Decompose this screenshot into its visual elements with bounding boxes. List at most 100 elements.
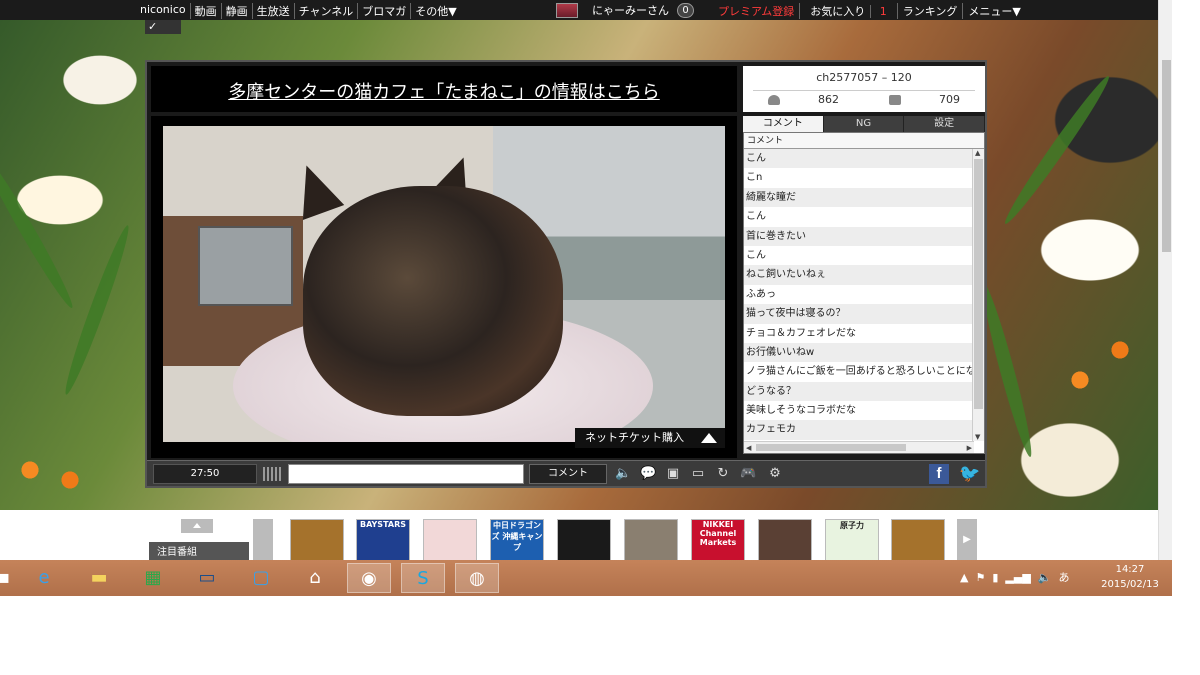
list-item: ノラ猫さんにご飯を一回あげると恐ろしいことになるよ (746, 366, 972, 378)
scroll-up-icon[interactable]: ▲ (975, 149, 980, 157)
quality-icon[interactable]: ▣ (665, 467, 681, 481)
comment-toggle-icon[interactable]: 💬 (640, 467, 656, 481)
program-thumbnail[interactable] (891, 519, 945, 561)
windows-taskbar: ▪ e ▬ ▦ ▭ ▢ ⌂ ◉ S ◍ ▲ ⚑ ▮ ▂▄▆ 🔈 あ 14:27 … (0, 560, 1172, 596)
tray-expand-icon[interactable]: ▲ (960, 571, 968, 584)
program-thumbnail[interactable]: BAYSTARS (356, 519, 410, 561)
home-icon[interactable]: ⌂ (293, 563, 337, 593)
skype-icon[interactable]: S (401, 563, 445, 593)
thumb-label: NIKKEI Channel Markets (699, 520, 737, 547)
ie-icon[interactable]: e (22, 563, 66, 593)
scroll-down-icon[interactable]: ▼ (975, 433, 980, 441)
header-toggle-icon[interactable]: ✓ (145, 20, 181, 34)
reload-icon[interactable]: ↻ (715, 467, 731, 481)
user-area: にゃーみーさん 0 (556, 2, 702, 18)
thumbs-prev-button[interactable] (253, 519, 273, 561)
comment-scrollbar-horizontal[interactable]: ◀ ▶ (744, 441, 974, 453)
list-item: 猫って夜中は寝るの？ (744, 304, 972, 324)
list-item: どうなる？ (744, 381, 972, 402)
program-thumbnail[interactable] (758, 519, 812, 561)
thumbs-next-button[interactable]: ▶ (957, 519, 977, 561)
thumb-label: BAYSTARS (359, 520, 407, 529)
battery-icon[interactable]: ▮ (992, 571, 998, 584)
twitter-icon[interactable]: 🐦 (959, 464, 981, 484)
collapse-up-icon[interactable] (181, 519, 213, 533)
volume-icon[interactable]: 🔈 (615, 467, 631, 481)
list-item: ねこ飼いたいねぇ (744, 265, 972, 285)
page-scrollbar[interactable] (1158, 0, 1172, 560)
list-item: 首に巻きたい (744, 226, 972, 246)
explorer-icon[interactable]: ▬ (77, 563, 121, 593)
list-item: こん (744, 149, 972, 169)
site-header: niconico 動画 静画 生放送 チャンネル ブロマガ その他▼ にゃーみー… (0, 0, 1158, 20)
nav-blomaga[interactable]: ブロマガ (358, 3, 412, 19)
page-scrollbar-thumb[interactable] (1162, 60, 1171, 252)
ranking-link[interactable]: ランキング (898, 3, 964, 19)
tab-settings[interactable]: 設定 (904, 116, 986, 132)
premium-link[interactable]: プレミアム登録 (713, 3, 801, 19)
cat-ear (285, 157, 345, 221)
comment-stat: 709 (889, 93, 960, 106)
list-item: ふあっ (746, 288, 776, 300)
system-clock[interactable]: 14:27 2015/02/13 (1092, 562, 1168, 594)
comment-panel-tabs: コメント NG 設定 (743, 116, 986, 132)
comment-input[interactable] (288, 464, 524, 484)
scroll-left-icon[interactable]: ◀ (746, 444, 751, 452)
lenovo-icon[interactable]: ▭ (185, 563, 229, 593)
shop-icon[interactable]: ▢ (239, 563, 283, 593)
speaker-icon[interactable]: 🔈 (1038, 571, 1052, 584)
featured-programs: 注目番組 BAYSTARS 中日ドラゴンズ 沖縄キャンプ NIKKEI Chan… (145, 515, 1158, 564)
clock-date: 2015/02/13 (1101, 579, 1159, 590)
ad-link[interactable]: 多摩センターの猫カフェ「たまねこ」の情報はこちら (151, 78, 737, 104)
program-thumbnail[interactable] (624, 519, 678, 561)
list-item: 綺麗な瞳だ (744, 187, 972, 208)
chrome-icon[interactable]: ◍ (455, 563, 499, 593)
program-thumbnail[interactable]: 原子力 (825, 519, 879, 561)
avatar[interactable] (556, 2, 578, 18)
list-item: こん (746, 249, 766, 261)
video-stream[interactable] (163, 126, 725, 442)
keyboard-icon[interactable] (263, 467, 281, 481)
username[interactable]: にゃーみーさん (592, 2, 669, 18)
nav-live[interactable]: 生放送 (253, 3, 295, 19)
comment-scrollbar-vertical[interactable]: ▲ ▼ (972, 149, 984, 441)
thunderbird-icon[interactable]: ◉ (347, 563, 391, 593)
program-thumbnail[interactable] (557, 519, 611, 561)
ticket-button[interactable]: ネットチケット購入 (575, 428, 725, 448)
nav-niconico[interactable]: niconico (136, 3, 191, 19)
ticket-label: ネットチケット購入 (585, 431, 684, 444)
menu-dropdown[interactable]: メニュー▼ (963, 3, 1025, 19)
nav-channel[interactable]: チャンネル (295, 3, 359, 19)
signal-icon[interactable]: ▂▄▆ (1005, 571, 1030, 584)
notification-count[interactable]: 0 (677, 2, 694, 18)
list-item: チョコ＆カフェオレだな (746, 327, 856, 339)
program-thumbnail[interactable]: 中日ドラゴンズ 沖縄キャンプ (490, 519, 544, 561)
program-thumbnail[interactable] (290, 519, 344, 561)
ime-indicator[interactable]: あ (1059, 569, 1070, 585)
live-player: 多摩センターの猫カフェ「たまねこ」の情報はこちら ネットチケット購入 ch257… (145, 60, 987, 488)
comment-submit-button[interactable]: コメント (529, 464, 607, 484)
tab-comments[interactable]: コメント (743, 116, 824, 132)
thumb-label: 中日ドラゴンズ 沖縄キャンプ (491, 521, 543, 552)
flag-icon[interactable]: ⚑ (975, 571, 985, 584)
clock-time: 14:27 (1115, 564, 1145, 575)
favorites-link[interactable]: お気に入り 1 (800, 3, 898, 19)
nav-others[interactable]: その他▼ (411, 3, 460, 19)
comment-bubble-icon (889, 95, 901, 105)
stereo (198, 226, 293, 306)
scrollbar-thumb[interactable] (974, 159, 983, 409)
list-item: こn (746, 172, 763, 184)
program-thumbnail[interactable] (423, 519, 477, 561)
tab-ng[interactable]: NG (823, 116, 905, 132)
nav-video[interactable]: 動画 (191, 3, 222, 19)
settings-gear-icon[interactable]: ⚙ (767, 467, 783, 481)
app-gamepad-icon[interactable]: 🎮 (740, 467, 756, 481)
store-icon[interactable]: ▦ (131, 563, 175, 593)
nav-seiga[interactable]: 静画 (222, 3, 253, 19)
scroll-right-icon[interactable]: ▶ (967, 444, 972, 452)
scrollbar-thumb[interactable] (756, 444, 906, 451)
list-item: お行儀いいねw (744, 342, 972, 363)
program-thumbnail[interactable]: NIKKEI Channel Markets (691, 519, 745, 561)
facebook-icon[interactable]: f (929, 464, 949, 484)
fullscreen-icon[interactable]: ▭ (690, 467, 706, 481)
